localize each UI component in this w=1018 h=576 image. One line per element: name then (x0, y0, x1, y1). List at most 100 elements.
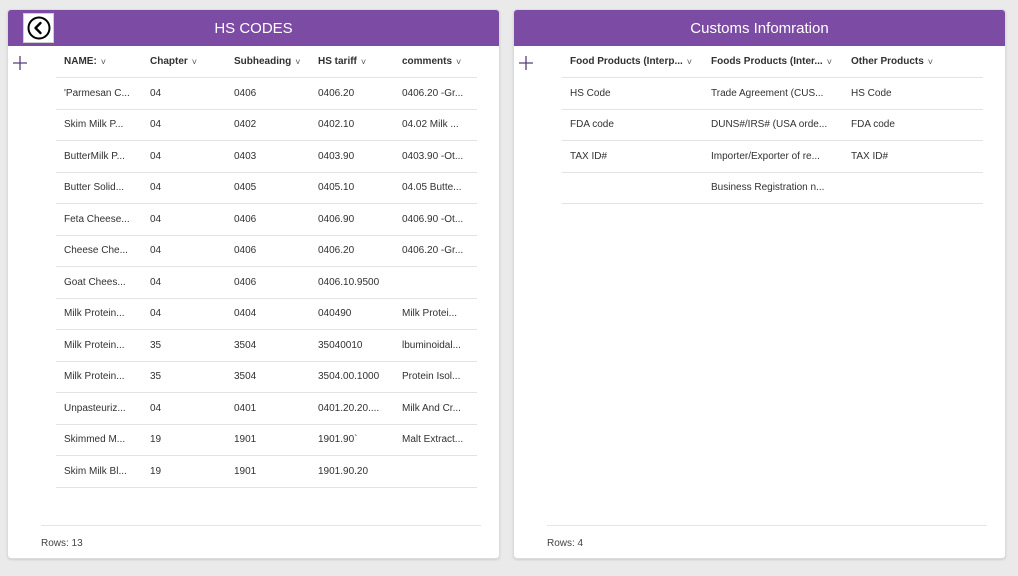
table-row[interactable]: Skim Milk Bl... 19 1901 1901.90.20 (56, 456, 477, 488)
table-row[interactable]: Butter Solid... 04 0405 0405.10 04.05 Butte.… (56, 173, 477, 204)
table-header-row: Food Products (Interp... ˅ Foods Products … (562, 46, 983, 78)
chevron-down-icon[interactable]: ˅ (928, 57, 933, 67)
table-row[interactable]: Feta Cheese... 04 0406 0406.90 0406.90 -Ot..… (56, 204, 477, 236)
table-cell: Trade Agreement (CUS... (703, 88, 843, 99)
table-cell-text: Goat Chees... (64, 276, 126, 288)
hs-codes-table: NAME: ˅ Chapter ˅ Subheading ˅ HS tariff ˅ comme… (56, 46, 477, 488)
table-cell-text: HS Code (851, 87, 892, 99)
table-row[interactable]: Milk Protein... 04 0404 040490 Milk Protei..… (56, 299, 477, 330)
column-header[interactable]: comments ˅ (394, 56, 477, 67)
table-cell-text: Milk Protein... (64, 371, 125, 383)
table-cell-text: TAX ID# (570, 150, 608, 162)
table-cell: Milk Protein... (56, 371, 142, 382)
column-header[interactable]: Other Products ˅ (843, 56, 983, 67)
table-cell: 0405 (226, 182, 310, 193)
column-header[interactable]: Subheading ˅ (226, 56, 310, 67)
table-cell: 0406.20 -Gr... (394, 88, 477, 99)
table-cell-text: 04.05 Butte... (402, 182, 462, 194)
table-cell-text: 0403.90 (318, 150, 355, 162)
table-cell-text: 0403 (234, 150, 257, 162)
back-button[interactable] (23, 13, 54, 43)
table-cell-text: Milk Protei... (402, 308, 458, 320)
table-cell: Goat Chees... (56, 277, 142, 288)
table-row[interactable]: ButterMilk P... 04 0403 0403.90 0403.90 -Ot.… (56, 141, 477, 173)
table-cell-text: 35 (150, 339, 162, 351)
chevron-down-icon[interactable]: ˅ (687, 57, 692, 67)
chevron-down-icon[interactable]: ˅ (295, 57, 300, 67)
table-row[interactable]: Cheese Che... 04 0406 0406.20 0406.20 -Gr... (56, 236, 477, 267)
table-cell-text: 'Parmesan C... (64, 87, 130, 99)
table-cell: 0406 (226, 277, 310, 288)
table-cell-text: Trade Agreement (CUS... (711, 87, 824, 99)
table-cell: 0402.10 (310, 119, 394, 130)
chevron-down-icon[interactable]: ˅ (827, 57, 832, 67)
chevron-down-icon[interactable]: ˅ (101, 57, 106, 67)
table-cell-text: Milk And Cr... (402, 402, 461, 414)
table-cell: 0406.90 (310, 214, 394, 225)
table-row[interactable]: Business Registration n... (562, 173, 983, 204)
table-cell-text: 04 (150, 402, 162, 414)
table-cell-text: DUNS#/IRS# (USA orde... (711, 119, 828, 131)
column-header[interactable]: Foods Products (Inter... ˅ (703, 56, 843, 67)
table-cell-text: Skim Milk Bl... (64, 465, 127, 477)
table-cell: 0401.20.20.... (310, 403, 394, 414)
table-cell-text: 0402.10 (318, 119, 355, 131)
table-cell: 0406 (226, 214, 310, 225)
table-cell: 0406 (226, 88, 310, 99)
table-row[interactable]: HS Code Trade Agreement (CUS... HS Code (562, 78, 983, 110)
column-header[interactable]: NAME: ˅ (56, 56, 142, 67)
table-cell: Milk Protein... (56, 340, 142, 351)
table-row[interactable]: Skim Milk P... 04 0402 0402.10 04.02 Milk ..… (56, 110, 477, 141)
table-cell-text: 1901 (234, 434, 257, 446)
table-cell: Feta Cheese... (56, 214, 142, 225)
table-cell-text: 1901 (234, 465, 257, 477)
table-cell: 04 (142, 151, 226, 162)
table-cell: Business Registration n... (703, 182, 843, 193)
table-cell-text: Business Registration n... (711, 182, 825, 194)
table-cell: Importer/Exporter of re... (703, 151, 843, 162)
chevron-down-icon[interactable]: ˅ (361, 57, 366, 67)
plus-icon[interactable] (517, 54, 535, 72)
plus-icon[interactable] (11, 54, 29, 72)
table-cell-text: 0406.20 -Gr... (402, 245, 464, 257)
table-cell: Skim Milk Bl... (56, 466, 142, 477)
table-cell: 0406.20 (310, 245, 394, 256)
table-cell: Skimmed M... (56, 434, 142, 445)
table-cell: 1901 (226, 434, 310, 445)
table-cell: 19 (142, 434, 226, 445)
table-row[interactable]: Milk Protein... 35 3504 35040010 lbuminoidal… (56, 330, 477, 362)
table-cell: TAX ID# (843, 151, 983, 162)
table-row[interactable]: TAX ID# Importer/Exporter of re... TAX ID# (562, 141, 983, 173)
table-cell: 3504 (226, 340, 310, 351)
column-header[interactable]: Food Products (Interp... ˅ (562, 56, 703, 67)
table-row[interactable]: 'Parmesan C... 04 0406 0406.20 0406.20 -Gr..… (56, 78, 477, 110)
table-cell: 0406.20 -Gr... (394, 245, 477, 256)
table-cell-text: 04 (150, 119, 162, 131)
column-header[interactable]: Chapter ˅ (142, 56, 226, 67)
table-cell: HS Code (843, 88, 983, 99)
chevron-down-icon[interactable]: ˅ (192, 57, 197, 67)
table-row[interactable]: FDA code DUNS#/IRS# (USA orde... FDA code (562, 110, 983, 141)
table-cell: Milk Protein... (56, 308, 142, 319)
table-row[interactable]: Skimmed M... 19 1901 1901.90` Malt Extract..… (56, 425, 477, 456)
column-header-label: Subheading (234, 56, 292, 67)
table-cell-text: TAX ID# (851, 150, 889, 162)
table-header-row: NAME: ˅ Chapter ˅ Subheading ˅ HS tariff ˅ comme… (56, 46, 477, 78)
table-cell-text: HS Code (570, 87, 611, 99)
table-cell-text: 04 (150, 87, 162, 99)
chevron-down-icon[interactable]: ˅ (456, 57, 461, 67)
table-cell-text: 3504 (234, 339, 257, 351)
table-cell: 1901.90` (310, 434, 394, 445)
table-cell-text: 0403.90 -Ot... (402, 150, 464, 162)
table-cell-text: 0406.20 (318, 87, 355, 99)
table-row[interactable]: Milk Protein... 35 3504 3504.00.1000 Protein… (56, 362, 477, 393)
table-cell: 0404 (226, 308, 310, 319)
table-cell: 04 (142, 277, 226, 288)
table-cell-text: 0406.90 (318, 213, 355, 225)
column-header[interactable]: HS tariff ˅ (310, 56, 394, 67)
table-row[interactable]: Goat Chees... 04 0406 0406.10.9500 (56, 267, 477, 299)
table-row[interactable]: Unpasteuriz... 04 0401 0401.20.20.... Milk A… (56, 393, 477, 425)
table-cell-text: 04 (150, 308, 162, 320)
table-cell: 'Parmesan C... (56, 88, 142, 99)
table-cell: Unpasteuriz... (56, 403, 142, 414)
